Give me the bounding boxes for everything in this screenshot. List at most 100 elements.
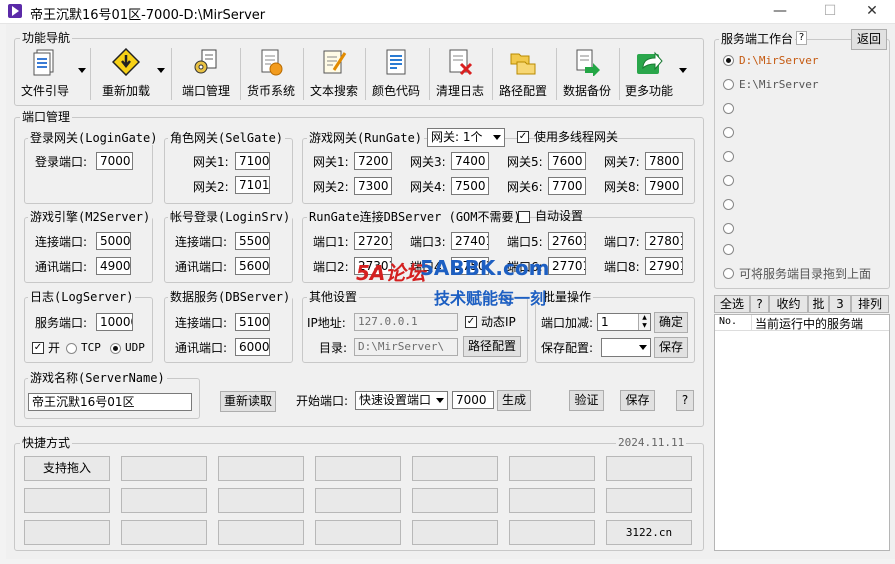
tcp-radio[interactable] <box>66 343 77 354</box>
spinner-arrows-icon[interactable]: ▲ ▼ <box>638 314 650 330</box>
shortcut-button[interactable]: 支持拖入 <box>24 456 110 481</box>
nav-text-search-button[interactable]: 文本搜索 <box>305 46 363 102</box>
run-gate6-input[interactable]: 7700 <box>548 177 586 195</box>
shortcut-button[interactable] <box>121 520 207 545</box>
nav-currency-button[interactable]: 货币系统 <box>242 46 300 102</box>
path-config-button[interactable]: 路径配置 <box>463 336 521 357</box>
shortcut-button[interactable] <box>218 456 304 481</box>
running-servers-list[interactable]: No. 当前运行中的服务端 <box>714 314 890 551</box>
chevron-down-icon[interactable] <box>679 68 687 73</box>
confirm-button[interactable]: 确定 <box>654 312 688 333</box>
nav-path-config-button[interactable]: 路径配置 <box>494 46 552 102</box>
workbench-help-button[interactable]: ? <box>796 31 807 45</box>
nav-file-guide-button[interactable]: 文件引导 <box>16 46 74 102</box>
shortcut-button[interactable] <box>412 456 498 481</box>
server-radio[interactable] <box>723 244 734 255</box>
maximize-button[interactable]: ☐ <box>807 0 853 24</box>
save-config-select[interactable] <box>601 338 651 357</box>
db-conn-input[interactable]: 5100 <box>235 313 270 331</box>
nav-clear-log-button[interactable]: 清理日志 <box>431 46 489 102</box>
run-gate4-input[interactable]: 7500 <box>451 177 489 195</box>
nav-reload-button[interactable]: 重新加载 <box>95 46 157 102</box>
server-radio[interactable] <box>723 223 734 234</box>
chevron-down-icon[interactable] <box>157 68 165 73</box>
run-gate1-input[interactable]: 7200 <box>354 152 392 170</box>
db-port8-input[interactable]: 27901 <box>645 257 683 275</box>
shortcut-button[interactable] <box>412 488 498 513</box>
nav-port-manager-button[interactable]: 端口管理 <box>175 46 237 102</box>
shortcut-button[interactable] <box>24 488 110 513</box>
verify-button[interactable]: 验证 <box>569 390 604 411</box>
log-port-input[interactable]: 10000 <box>96 313 133 331</box>
list-help-button[interactable]: ? <box>750 295 769 313</box>
shortcut-button[interactable] <box>218 488 304 513</box>
login-srv-comm-input[interactable]: 5600 <box>235 257 270 275</box>
server-radio[interactable] <box>723 127 734 138</box>
shortcut-button[interactable] <box>121 456 207 481</box>
sel-gate2-input[interactable]: 7101 <box>235 176 270 194</box>
db-port5-input[interactable]: 27601 <box>548 232 586 250</box>
shortcut-button[interactable]: 3122.cn <box>606 520 692 545</box>
start-port-mode-select[interactable]: 快速设置端口 <box>355 391 448 410</box>
shortcut-button[interactable] <box>509 456 595 481</box>
server-radio[interactable] <box>723 151 734 162</box>
log-on-checkbox[interactable]: ✓ <box>32 342 44 354</box>
shortcut-button[interactable] <box>218 520 304 545</box>
shortcut-button[interactable] <box>412 520 498 545</box>
arrange-button[interactable]: 排列 <box>851 295 889 313</box>
db-port6-input[interactable]: 27701 <box>548 257 586 275</box>
shortcut-button[interactable] <box>315 456 401 481</box>
shortcut-button[interactable] <box>509 520 595 545</box>
port-inc-spinner[interactable]: 1 ▲ ▼ <box>597 313 651 331</box>
sel-gate1-input[interactable]: 7100 <box>235 152 270 170</box>
db-port3-input[interactable]: 27401 <box>451 232 489 250</box>
m2-conn-input[interactable]: 5000 <box>96 232 131 250</box>
auto-setting-checkbox[interactable] <box>518 211 530 223</box>
save-config-button[interactable]: 保存 <box>654 337 688 358</box>
m2-comm-input[interactable]: 4900 <box>96 257 131 275</box>
shortcut-button[interactable] <box>509 488 595 513</box>
server-radio[interactable] <box>723 55 734 66</box>
server-radio[interactable] <box>723 103 734 114</box>
server-radio[interactable] <box>723 199 734 210</box>
help-button[interactable]: ? <box>676 390 694 411</box>
server-name-input[interactable]: 帝王沉默16号01区 <box>28 393 192 411</box>
shortcut-button[interactable] <box>315 520 401 545</box>
count-button[interactable]: 3 <box>829 295 851 313</box>
gate-count-select[interactable]: 网关: 1个 <box>427 128 505 147</box>
db-comm-input[interactable]: 6000 <box>235 338 270 356</box>
shortcut-button[interactable] <box>121 488 207 513</box>
back-button[interactable]: 返回 <box>851 29 887 50</box>
login-port-input[interactable]: 7000 <box>96 152 133 170</box>
collapse-button[interactable]: 收约 <box>769 295 808 313</box>
generate-button[interactable]: 生成 <box>497 390 531 411</box>
server-radio[interactable] <box>723 175 734 186</box>
shortcut-button[interactable] <box>606 456 692 481</box>
minimize-button[interactable]: — <box>757 0 803 24</box>
shortcut-button[interactable] <box>606 488 692 513</box>
run-gate2-input[interactable]: 7300 <box>354 177 392 195</box>
shortcut-button[interactable] <box>315 488 401 513</box>
run-gate5-input[interactable]: 7600 <box>548 152 586 170</box>
run-gate3-input[interactable]: 7400 <box>451 152 489 170</box>
dynamic-ip-checkbox[interactable]: ✓ <box>465 316 477 328</box>
run-gate8-input[interactable]: 7900 <box>645 177 683 195</box>
db-port7-input[interactable]: 27801 <box>645 232 683 250</box>
ip-input[interactable]: 127.0.0.1 <box>354 313 458 331</box>
nav-more-functions-button[interactable]: 更多功能 <box>620 46 678 102</box>
multithread-checkbox[interactable]: ✓ <box>517 131 529 143</box>
run-gate7-input[interactable]: 7800 <box>645 152 683 170</box>
shortcut-button[interactable] <box>24 520 110 545</box>
server-radio[interactable] <box>723 79 734 90</box>
dir-input[interactable]: D:\MirServer\ <box>354 338 458 356</box>
start-port-input[interactable]: 7000 <box>452 391 494 409</box>
nav-color-code-button[interactable]: 颜色代码 <box>367 46 425 102</box>
select-all-button[interactable]: 全选 <box>714 295 750 313</box>
server-radio[interactable] <box>723 268 734 279</box>
chevron-down-icon[interactable] <box>78 68 86 73</box>
db-port1-input[interactable]: 27201 <box>354 232 392 250</box>
reload-button[interactable]: 重新读取 <box>220 391 276 412</box>
save-button[interactable]: 保存 <box>620 390 655 411</box>
udp-radio[interactable] <box>110 343 121 354</box>
nav-data-backup-button[interactable]: 数据备份 <box>558 46 616 102</box>
